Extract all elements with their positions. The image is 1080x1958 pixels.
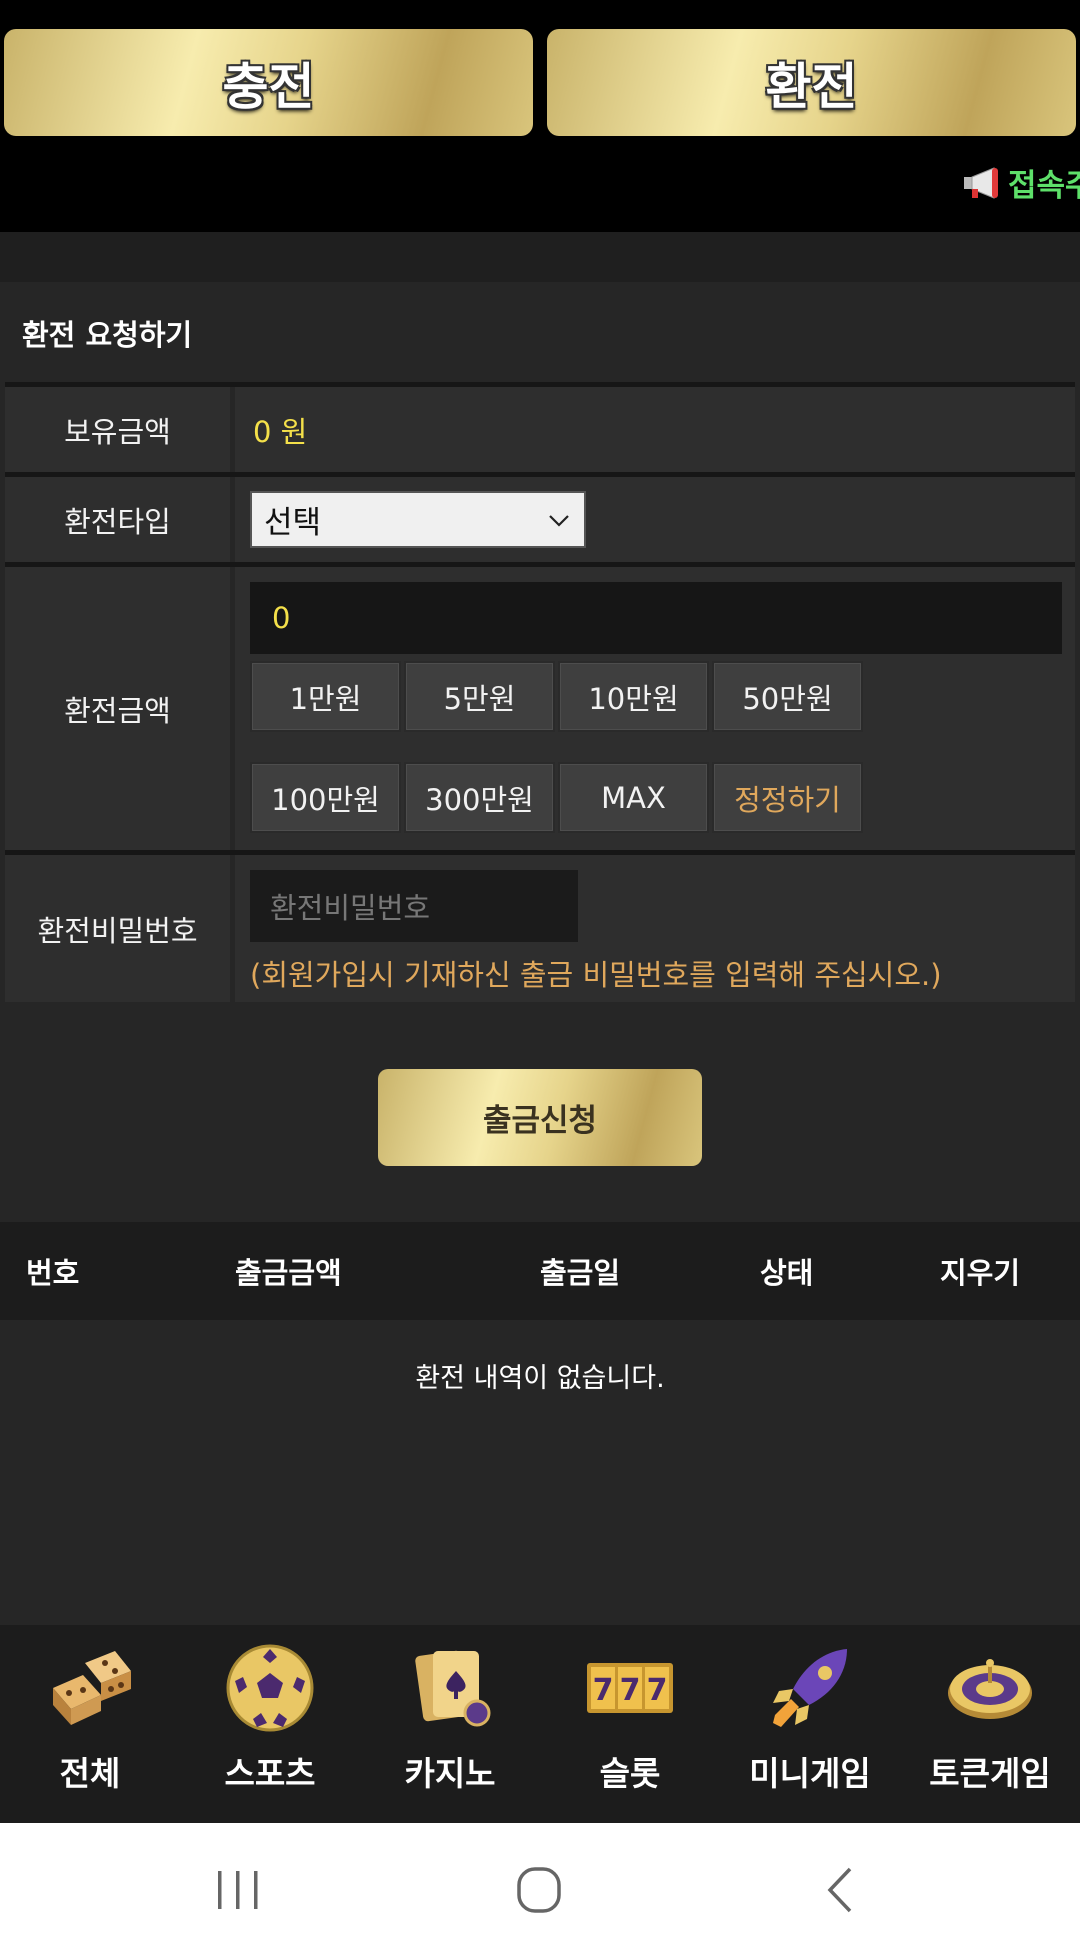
history-table-header: 번호 출금금액 출금일 상태 지우기	[0, 1222, 1080, 1320]
amount-label: 환전금액	[5, 567, 230, 850]
svg-text:7: 7	[647, 1673, 668, 1708]
column-delete: 지우기	[940, 1256, 1021, 1290]
panel-title: 환전 요청하기	[22, 318, 193, 352]
empty-history-message: 환전 내역이 없습니다.	[415, 1363, 665, 1394]
nav-item-token-game[interactable]: 토큰게임	[900, 1643, 1080, 1813]
top-bar: 충전 환전 접속주	[0, 0, 1080, 232]
nav-item-all[interactable]: 전체	[0, 1643, 180, 1813]
balance-row: 보유금액 0 원	[5, 387, 1075, 472]
amount-value-cell: 0 1만원 5만원 10만원 50만원 100만원 300만원 MAX 정정하기	[235, 567, 1075, 850]
nav-item-sports[interactable]: 스포츠	[180, 1643, 360, 1813]
withdraw-type-select[interactable]: 선택	[250, 491, 586, 548]
balance-value-cell: 0 원	[235, 387, 1075, 472]
slot-777-icon: 7 7 7	[587, 1663, 673, 1713]
amount-button-100k[interactable]: 10만원	[558, 661, 709, 732]
nav-item-slot[interactable]: 7 7 7 슬롯	[540, 1643, 720, 1813]
nav-label: 미니게임	[749, 1754, 871, 1793]
bottom-nav: 전체 스포츠 카지노 7 7 7 슬롯 미니게임 토큰게임	[0, 1625, 1080, 1823]
withdraw-button[interactable]: 환전	[547, 29, 1076, 136]
amount-input[interactable]: 0	[250, 582, 1062, 654]
rocket-icon	[773, 1649, 847, 1727]
amount-button-10k[interactable]: 1만원	[250, 661, 401, 732]
notice-marquee-text: 접속주	[1008, 168, 1080, 204]
nav-item-minigame[interactable]: 미니게임	[720, 1643, 900, 1813]
back-icon[interactable]	[812, 1865, 872, 1915]
amount-button-50k[interactable]: 5만원	[404, 661, 555, 732]
separator	[0, 232, 1080, 282]
nav-label: 토큰게임	[929, 1754, 1051, 1793]
type-row: 환전타입 선택	[5, 477, 1075, 562]
type-label: 환전타입	[5, 477, 230, 562]
amount-reset-button[interactable]: 정정하기	[712, 762, 863, 833]
amount-row: 환전금액 0 1만원 5만원 10만원 50만원 100만원 300만원 MAX…	[5, 567, 1075, 850]
balance-label: 보유금액	[5, 387, 230, 472]
amount-button-max[interactable]: MAX	[558, 762, 709, 833]
column-date: 출금일	[540, 1256, 621, 1290]
select-value: 선택	[264, 505, 322, 541]
notice-marquee: 접속주	[962, 160, 1080, 205]
home-icon[interactable]	[509, 1865, 569, 1915]
nav-label: 슬롯	[599, 1754, 661, 1793]
svg-text:7: 7	[620, 1673, 641, 1708]
column-amount: 출금금액	[235, 1256, 342, 1290]
password-note: (회원가입시 기재하신 출금 비밀번호를 입력해 주십시오.)	[250, 958, 942, 992]
column-status: 상태	[760, 1256, 814, 1290]
recent-apps-icon[interactable]	[208, 1865, 268, 1915]
amount-button-3m[interactable]: 300만원	[404, 762, 555, 833]
system-nav-bar	[0, 1823, 1080, 1958]
history-table-body: 환전 내역이 없습니다.	[0, 1320, 1080, 1625]
amount-button-1m[interactable]: 100만원	[250, 762, 401, 833]
dice-icon	[53, 1651, 131, 1725]
withdraw-form-panel: 환전 요청하기 보유금액 0 원 환전타입 선택 환전금액 0 1만원 5만원 …	[0, 282, 1080, 1222]
deposit-button[interactable]: 충전	[4, 29, 533, 136]
password-row: 환전비밀번호 환전비밀번호 (회원가입시 기재하신 출금 비밀번호를 입력해 주…	[5, 855, 1075, 1002]
svg-text:7: 7	[593, 1673, 614, 1708]
nav-label: 카지노	[404, 1754, 496, 1793]
cards-icon	[415, 1650, 491, 1727]
balance-value: 0 원	[253, 414, 308, 449]
password-value-cell: 환전비밀번호 (회원가입시 기재하신 출금 비밀번호를 입력해 주십시오.)	[235, 855, 1075, 1002]
password-input[interactable]: 환전비밀번호	[250, 870, 578, 942]
amount-button-500k[interactable]: 50만원	[712, 661, 863, 732]
column-number: 번호	[26, 1256, 80, 1290]
withdraw-submit-button[interactable]: 출금신청	[378, 1069, 702, 1166]
roulette-icon	[948, 1659, 1032, 1719]
nav-label: 전체	[59, 1754, 121, 1793]
megaphone-icon	[964, 166, 998, 199]
password-label: 환전비밀번호	[5, 855, 230, 1002]
nav-item-casino[interactable]: 카지노	[360, 1643, 540, 1813]
nav-label: 스포츠	[224, 1754, 316, 1793]
soccer-ball-icon	[226, 1644, 314, 1732]
type-value-cell: 선택	[235, 477, 1075, 562]
chevron-down-icon	[549, 515, 569, 527]
